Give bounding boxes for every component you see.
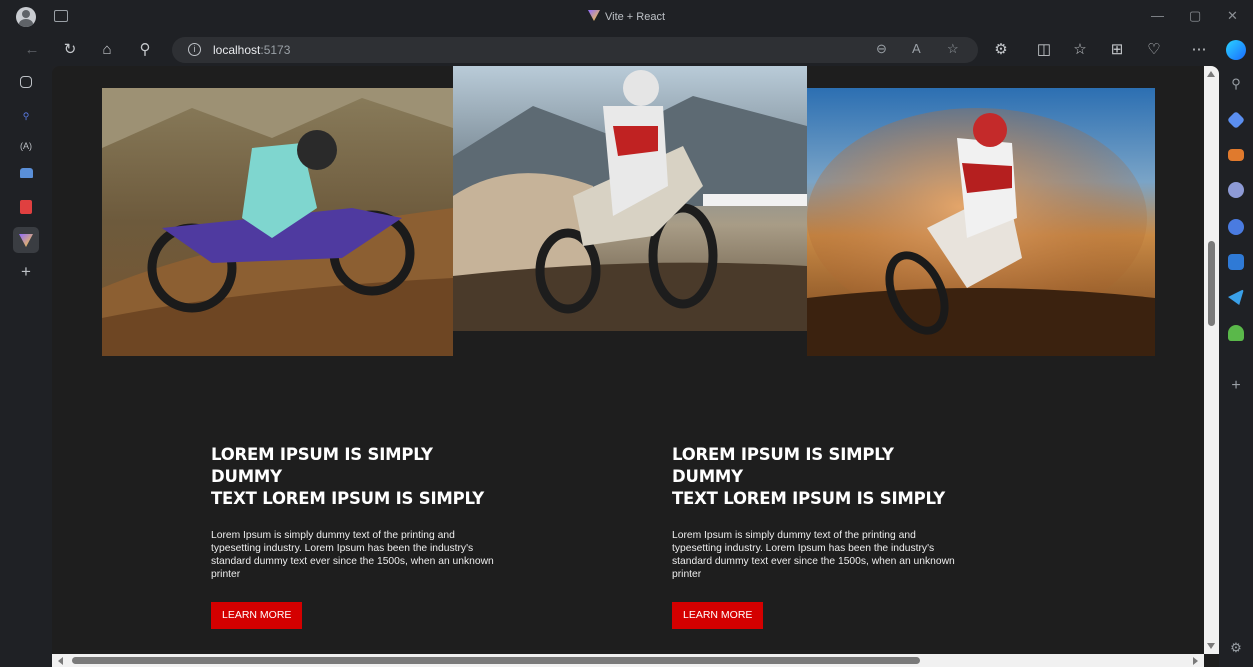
- tree-icon[interactable]: [1228, 325, 1244, 341]
- collections-icon[interactable]: [20, 168, 33, 178]
- window-title-text: Vite + React: [604, 11, 666, 23]
- zoom-out-icon[interactable]: ⊖: [876, 41, 887, 57]
- feature-card-1: LOREM IPSUM IS SIMPLY DUMMY TEXT LOREM I…: [211, 444, 511, 629]
- card-heading-line-1: LOREM IPSUM IS SIMPLY: [211, 445, 433, 464]
- outlook-icon[interactable]: [1228, 254, 1244, 270]
- card-heading-line-2: DUMMY: [211, 467, 282, 486]
- reader-icon[interactable]: (A): [16, 136, 36, 156]
- address-bar[interactable]: i localhost:5173 ⊖ A ☆: [172, 37, 978, 63]
- vite-logo-icon: [19, 234, 33, 247]
- site-info-icon[interactable]: i: [188, 43, 201, 56]
- shopping-icon[interactable]: [1226, 110, 1246, 130]
- vertical-scroll-thumb[interactable]: [1208, 241, 1215, 326]
- browser-essentials-icon[interactable]: ♡: [1144, 40, 1164, 60]
- card-heading: LOREM IPSUM IS SIMPLY DUMMY TEXT LOREM I…: [211, 444, 511, 510]
- motocross-photo-2: [453, 66, 807, 331]
- persona-icon[interactable]: [1228, 182, 1244, 198]
- feature-card-2: LOREM IPSUM IS SIMPLY DUMMY TEXT LOREM I…: [672, 444, 972, 629]
- favorites-icon[interactable]: ☆: [1070, 40, 1090, 60]
- search-icon[interactable]: ⚲: [1228, 76, 1244, 92]
- search-icon[interactable]: ⚲: [16, 106, 36, 126]
- read-aloud-icon[interactable]: A: [912, 41, 921, 56]
- pdf-icon[interactable]: [20, 200, 32, 214]
- vertical-scrollbar[interactable]: [1204, 66, 1219, 654]
- motocross-photo-3: [807, 88, 1155, 356]
- settings-icon[interactable]: ⚙: [1228, 640, 1244, 656]
- scroll-down-arrow-icon[interactable]: [1207, 643, 1215, 649]
- learn-more-button[interactable]: LEARN MORE: [211, 602, 303, 629]
- motocross-photo-1: [102, 88, 453, 356]
- copilot-icon[interactable]: [1226, 40, 1246, 60]
- scroll-up-arrow-icon[interactable]: [1207, 71, 1215, 77]
- scroll-right-arrow-icon[interactable]: [1193, 657, 1198, 665]
- card-heading-line-1: LOREM IPSUM IS SIMPLY: [672, 445, 894, 464]
- refresh-icon[interactable]: ↻: [60, 40, 80, 60]
- split-screen-icon[interactable]: ◫: [1034, 40, 1054, 60]
- maximize-button[interactable]: ▢: [1189, 8, 1201, 24]
- vite-logo-icon: [587, 10, 600, 21]
- card-body-text: Lorem Ipsum is simply dummy text of the …: [672, 530, 955, 580]
- card-heading: LOREM IPSUM IS SIMPLY DUMMY TEXT LOREM I…: [672, 444, 972, 510]
- card-body-text: Lorem Ipsum is simply dummy text of the …: [211, 530, 494, 580]
- vite-tab-icon[interactable]: [13, 227, 39, 253]
- card-heading-line-3: TEXT LOREM IPSUM IS SIMPLY: [672, 489, 946, 508]
- search-icon[interactable]: ⚲: [135, 40, 155, 60]
- page-viewport: LOREM IPSUM IS SIMPLY DUMMY TEXT LOREM I…: [52, 66, 1219, 667]
- add-tab-icon[interactable]: +: [16, 262, 36, 282]
- back-icon[interactable]: ←: [22, 40, 42, 60]
- horizontal-scroll-thumb[interactable]: [72, 657, 920, 664]
- extensions-icon[interactable]: ⚙: [991, 40, 1011, 60]
- home-icon[interactable]: ⌂: [97, 40, 117, 60]
- tools-icon[interactable]: [1228, 149, 1244, 161]
- close-window-button[interactable]: ✕: [1227, 8, 1238, 24]
- more-menu-icon[interactable]: ⋯: [1189, 40, 1209, 60]
- window-title: Vite + React: [0, 10, 1253, 23]
- telegram-icon[interactable]: [1228, 289, 1244, 305]
- collections-icon[interactable]: ⊞: [1107, 40, 1127, 60]
- minimize-button[interactable]: —: [1151, 8, 1164, 23]
- card-heading-line-2: DUMMY: [672, 467, 743, 486]
- games-icon[interactable]: [1228, 219, 1244, 235]
- navigation-bar: ← ↻ ⌂ ⚲ i localhost:5173 ⊖ A ☆ ⚙ ◫ ☆ ⊞ ♡…: [0, 34, 1253, 66]
- left-sidebar: ⚲ (A) +: [0, 66, 52, 667]
- card-heading-line-3: TEXT LOREM IPSUM IS SIMPLY: [211, 489, 485, 508]
- learn-more-button[interactable]: LEARN MORE: [672, 602, 764, 629]
- horizontal-scrollbar[interactable]: [52, 654, 1204, 667]
- right-sidebar: ⚲ + ⚙: [1219, 66, 1253, 667]
- scroll-left-arrow-icon[interactable]: [58, 657, 63, 665]
- url-host: localhost: [213, 43, 261, 57]
- title-bar: Vite + React — ▢ ✕: [0, 0, 1253, 34]
- favorite-star-icon[interactable]: ☆: [947, 41, 959, 57]
- url-port: :5173: [260, 43, 291, 57]
- url-text[interactable]: localhost:5173: [213, 43, 290, 57]
- add-icon[interactable]: +: [1228, 378, 1244, 394]
- tab-actions-icon[interactable]: [20, 76, 32, 88]
